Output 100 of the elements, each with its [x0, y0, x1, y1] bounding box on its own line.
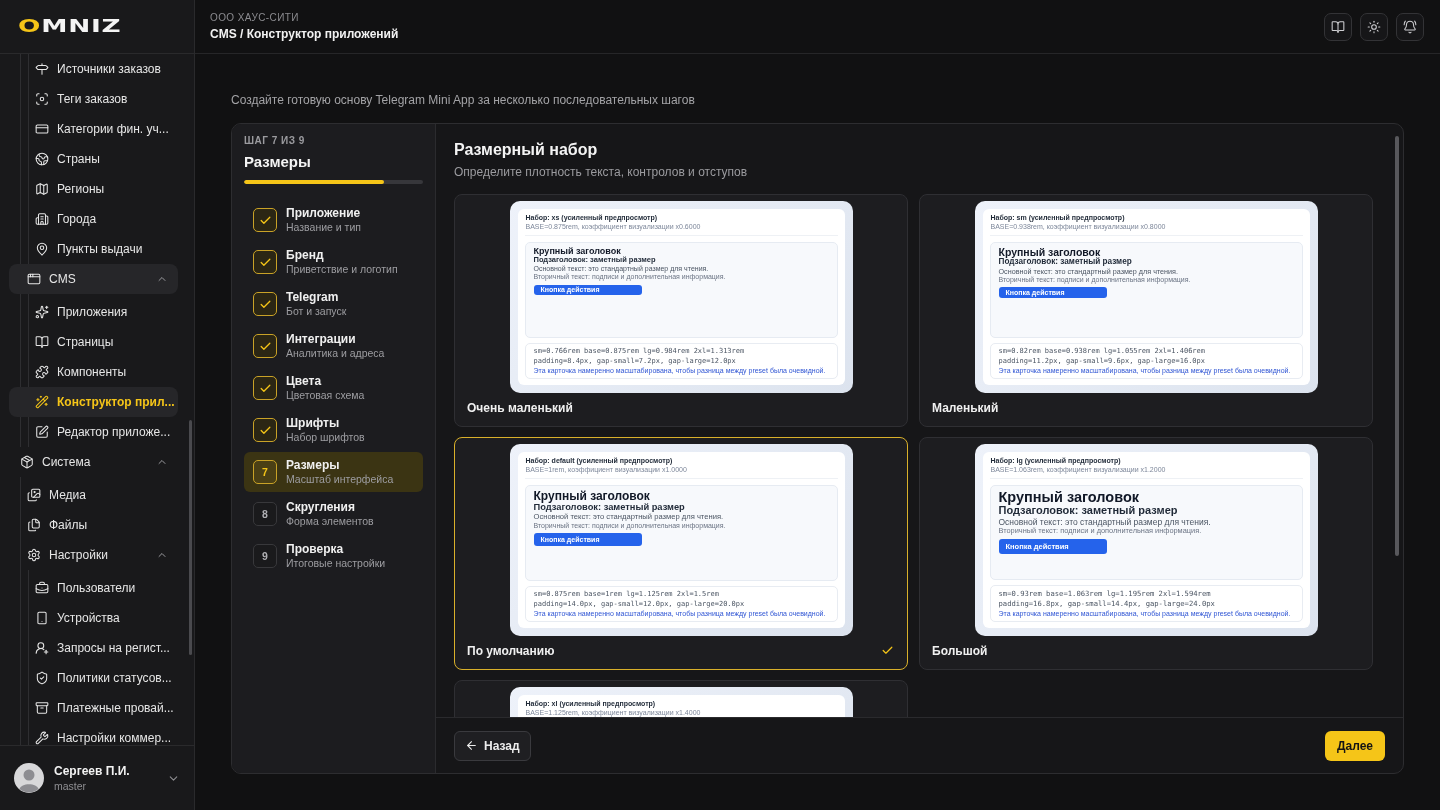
step-title: Шрифты — [286, 416, 341, 431]
phone-icon — [35, 611, 49, 625]
step-title: Проверка — [286, 542, 345, 557]
wrench-icon — [35, 731, 49, 745]
size-option-card[interactable] — [919, 437, 1373, 670]
briefcase-icon — [35, 581, 49, 595]
shield-check-icon — [35, 671, 49, 685]
nav-item[interactable]: Страны — [9, 144, 178, 174]
card-icon — [35, 122, 49, 136]
step-title: Цвета — [286, 374, 323, 389]
nav-item[interactable]: Города — [9, 204, 178, 234]
nav-item[interactable]: Теги заказов — [9, 84, 178, 114]
intro-text: Создайте готовую основу Telegram Mini App за несколько последовательных шагов — [231, 92, 696, 108]
preview-subheading: Подзаголовок: заметный размер — [998, 258, 1132, 267]
nav-item[interactable]: Настройки коммер... — [9, 723, 178, 745]
nav-item[interactable]: Файлы — [9, 510, 178, 540]
nav-group[interactable]: CMS — [9, 264, 178, 294]
section-subtitle: Определите плотность текста, контролов и отступов — [454, 164, 749, 180]
edit-icon — [35, 425, 49, 439]
notifications-button[interactable] — [1396, 12, 1424, 41]
nav-item[interactable]: Пункты выдачи — [9, 234, 178, 264]
step-item[interactable]: Интеграции Аналитика и адреса — [244, 326, 423, 366]
step-item[interactable]: Приложение Название и тип — [244, 200, 423, 240]
signpost-icon — [35, 62, 49, 76]
globe-icon — [35, 152, 49, 166]
preview-heading: Крупный заголовок — [998, 247, 1101, 258]
nav-item[interactable]: Пользователи — [9, 573, 178, 603]
step-subtitle: Итоговые настройки — [286, 557, 386, 570]
nav-group[interactable]: Настройки — [9, 540, 178, 570]
step-subtitle: Бот и запуск — [286, 305, 347, 318]
step-item[interactable]: 7 Размеры Масштаб интерфейса — [244, 452, 423, 492]
step-item[interactable]: Бренд Приветствие и логотип — [244, 242, 423, 282]
nav-item[interactable]: Устройства — [9, 603, 178, 633]
nav-item[interactable]: Компоненты — [9, 357, 178, 387]
scan-frame-icon — [35, 92, 49, 106]
nav-item[interactable]: Страницы — [9, 327, 178, 357]
breadcrumb: CMS / Конструктор приложений — [210, 26, 399, 42]
option-label: Маленький — [932, 400, 999, 415]
option-label: По умолчанию — [467, 643, 555, 658]
step-item[interactable]: Шрифты Набор шрифтов — [244, 410, 423, 450]
step-counter: ШАГ 7 ИЗ 9 — [244, 134, 306, 148]
sun-icon — [1367, 19, 1381, 34]
nav-item[interactable]: Политики статусов... — [9, 663, 178, 693]
book-icon — [35, 335, 49, 349]
step-heading: Размеры — [244, 152, 312, 172]
nav-item[interactable]: Конструктор прил... — [9, 387, 178, 417]
next-button[interactable]: Далее — [1324, 730, 1385, 761]
step-title: Скругления — [286, 500, 356, 515]
puzzle-icon — [35, 365, 49, 379]
section-title: Размерный набор — [454, 140, 599, 160]
step-subtitle: Приветствие и логотип — [286, 263, 398, 276]
step-item[interactable]: Telegram Бот и запуск — [244, 284, 423, 324]
step-item[interactable]: 8 Скругления Форма элементов — [244, 494, 423, 534]
theme-button[interactable] — [1360, 12, 1388, 41]
bell-icon — [1403, 19, 1417, 34]
step-subtitle: Цветовая схема — [286, 389, 365, 402]
docs-button[interactable] — [1324, 12, 1352, 41]
user-name: Сергеев П.И. — [54, 764, 130, 778]
scrollbar-thumb[interactable] — [189, 420, 192, 655]
size-option-card[interactable] — [919, 194, 1373, 427]
step-item[interactable]: Цвета Цветовая схема — [244, 368, 423, 408]
step-subtitle: Набор шрифтов — [286, 431, 365, 444]
company-name: ООО ХАУС-СИТИ — [210, 11, 300, 24]
nav-item[interactable]: Медиа — [9, 480, 178, 510]
step-subtitle: Название и тип — [286, 221, 361, 234]
building-icon — [35, 212, 49, 226]
preview-subheading: Подзаголовок: заметный размер — [998, 505, 1178, 517]
step-title: Интеграции — [286, 332, 357, 347]
images-icon — [27, 488, 41, 502]
step-title: Бренд — [286, 248, 325, 263]
step-number: 9 — [253, 544, 277, 568]
nav-item[interactable]: Категории фин. уч... — [9, 114, 178, 144]
window-icon — [27, 272, 41, 286]
step-item[interactable]: 9 Проверка Итоговые настройки — [244, 536, 423, 576]
step-title: Telegram — [286, 290, 340, 305]
scrollbar-thumb[interactable] — [1395, 136, 1399, 556]
sparkles-icon — [35, 305, 49, 319]
files-icon — [27, 518, 41, 532]
preview-subheading: Подзаголовок: заметный размер — [533, 502, 685, 513]
check-icon — [881, 644, 894, 657]
nav-item[interactable]: Источники заказов — [9, 54, 178, 84]
nav-group[interactable]: Система — [9, 447, 178, 477]
nav-item[interactable]: Приложения — [9, 297, 178, 327]
archive-icon — [35, 701, 49, 715]
step-subtitle: Форма элементов — [286, 515, 374, 528]
size-option-card[interactable] — [454, 437, 908, 670]
preview-heading: Крупный заголовок — [998, 490, 1140, 506]
nav-item[interactable]: Регионы — [9, 174, 178, 204]
back-button[interactable]: Назад — [454, 730, 531, 761]
user-role: master — [54, 780, 88, 792]
step-number: 8 — [253, 502, 277, 526]
nav-item[interactable]: Платежные провай... — [9, 693, 178, 723]
option-label: Большой — [932, 643, 988, 658]
size-option-card[interactable] — [454, 194, 908, 427]
nav-item[interactable]: Редактор приложе... — [9, 417, 178, 447]
arrow-left-icon — [465, 739, 478, 752]
avatar-icon[interactable] — [14, 763, 44, 793]
nav-item[interactable]: Запросы на регист... — [9, 633, 178, 663]
step-subtitle: Масштаб интерфейса — [286, 473, 394, 486]
settings-icon — [27, 548, 41, 562]
